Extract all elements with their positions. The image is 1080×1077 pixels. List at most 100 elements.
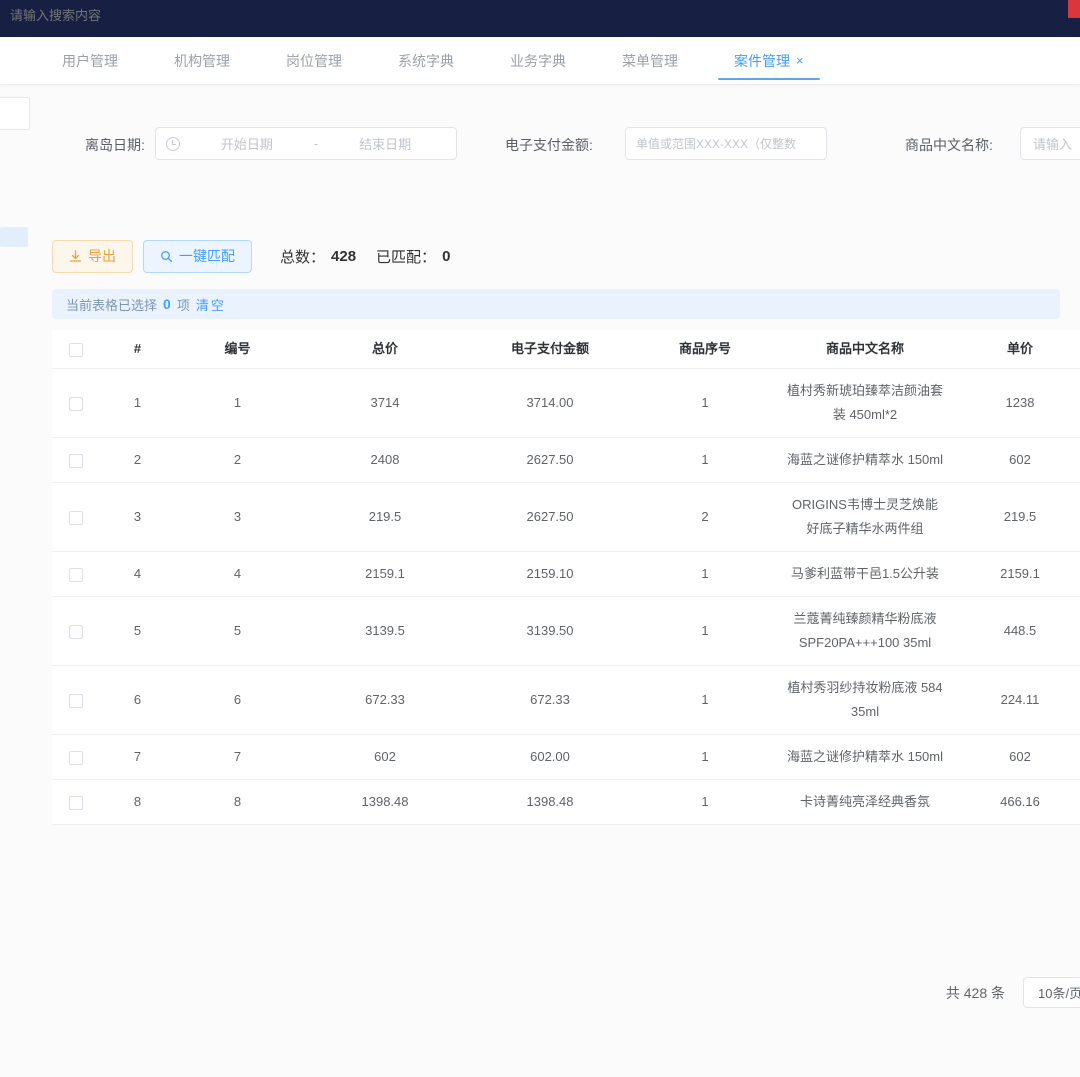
table-row: 6 6 672.33 672.33 1 植村秀羽纱持妆粉底液 584 35ml … [52, 666, 1080, 735]
table-header-row: # 编号 总价 电子支付金额 商品序号 商品中文名称 单价 [52, 330, 1080, 369]
tab-label: 案件管理 [734, 51, 790, 71]
cell-index: 6 [100, 666, 175, 735]
nav-tab[interactable]: 案件管理 × [732, 37, 806, 84]
cell-code: 1 [175, 369, 300, 438]
toolbar: 导出 一键匹配 总数： 428 已匹配： 0 [52, 239, 450, 273]
cell-code: 5 [175, 597, 300, 666]
row-checkbox[interactable] [69, 568, 83, 582]
export-button[interactable]: 导出 [52, 240, 133, 273]
row-checkbox[interactable] [69, 625, 83, 639]
cell-seq: 1 [630, 780, 780, 825]
cell-code: 8 [175, 780, 300, 825]
export-button-label: 导出 [88, 246, 116, 266]
clear-selection-link[interactable]: 清空 [196, 295, 226, 314]
cell-seq: 2 [630, 483, 780, 552]
tab-label: 业务字典 [510, 51, 566, 71]
row-checkbox[interactable] [69, 397, 83, 411]
cell-unit-price: 602 [950, 438, 1080, 483]
cell-code: 4 [175, 552, 300, 597]
cell-epay: 2627.50 [470, 438, 630, 483]
cell-seq: 1 [630, 552, 780, 597]
cell-seq: 1 [630, 666, 780, 735]
row-checkbox[interactable] [69, 694, 83, 708]
tab-label: 系统字典 [398, 51, 454, 71]
cell-product-name: 兰蔻菁纯臻颜精华粉底液SPF20PA+++100 35ml [780, 597, 950, 666]
page-size-select[interactable]: 10条/页 [1023, 977, 1080, 1008]
cell-unit-price: 448.5 [950, 597, 1080, 666]
pagination-bar: 共 428 条 10条/页 [0, 975, 1080, 1011]
cell-total: 3139.5 [300, 597, 470, 666]
col-header-total: 总价 [300, 330, 470, 369]
col-header-index: # [100, 330, 175, 369]
row-checkbox[interactable] [69, 511, 83, 525]
nav-tab[interactable]: 系统字典 [396, 37, 456, 84]
date-range-picker[interactable]: 开始日期 - 结束日期 [155, 127, 457, 160]
row-checkbox[interactable] [69, 796, 83, 810]
selection-info-bar: 当前表格已选择 0 项 清空 [52, 289, 1060, 319]
col-header-seq: 商品序号 [630, 330, 780, 369]
cell-total: 3714 [300, 369, 470, 438]
global-search-input[interactable] [0, 0, 300, 23]
amount-input[interactable]: 单值或范围XXX-XXX（仅整数 [625, 127, 827, 160]
cell-seq: 1 [630, 597, 780, 666]
nav-tab[interactable]: 菜单管理 [620, 37, 680, 84]
cell-epay: 672.33 [470, 666, 630, 735]
matched-label: 已匹配： [376, 246, 436, 267]
tab-label: 菜单管理 [622, 51, 678, 71]
clock-icon [166, 137, 180, 151]
cell-total: 602 [300, 735, 470, 780]
total-value: 428 [331, 248, 356, 265]
col-header-code: 编号 [175, 330, 300, 369]
download-icon [69, 250, 82, 263]
amount-filter-label: 电子支付金额: [505, 135, 593, 155]
product-name-input[interactable]: 请输入 [1020, 127, 1080, 160]
cell-product-name: 植村秀新琥珀臻萃洁颜油套装 450ml*2 [780, 369, 950, 438]
cell-product-name: 海蓝之谜修护精萃水 150ml [780, 438, 950, 483]
total-label: 总数： [280, 246, 325, 267]
nav-tab[interactable]: 业务字典 [508, 37, 568, 84]
date-filter-label: 离岛日期: [85, 135, 145, 155]
cell-epay: 2159.10 [470, 552, 630, 597]
cell-index: 2 [100, 438, 175, 483]
date-end-placeholder[interactable]: 结束日期 [324, 134, 446, 153]
table-row: 2 2 2408 2627.50 1 海蓝之谜修护精萃水 150ml 602 [52, 438, 1080, 483]
match-button-label: 一键匹配 [179, 246, 235, 266]
match-summary: 总数： 428 已匹配： 0 [280, 246, 450, 267]
cell-index: 3 [100, 483, 175, 552]
cell-index: 5 [100, 597, 175, 666]
cell-unit-price: 2159.1 [950, 552, 1080, 597]
product-name-filter-label: 商品中文名称: [905, 135, 993, 155]
cell-total: 2408 [300, 438, 470, 483]
cell-total: 2159.1 [300, 552, 470, 597]
table-row: 1 1 3714 3714.00 1 植村秀新琥珀臻萃洁颜油套装 450ml*2… [52, 369, 1080, 438]
tab-label: 岗位管理 [286, 51, 342, 71]
date-start-placeholder[interactable]: 开始日期 [186, 134, 308, 153]
tab-label: 用户管理 [62, 51, 118, 71]
cell-unit-price: 219.5 [950, 483, 1080, 552]
cell-unit-price: 1238 [950, 369, 1080, 438]
row-checkbox[interactable] [69, 454, 83, 468]
table-row: 8 8 1398.48 1398.48 1 卡诗菁纯亮泽经典香氛 466.16 [52, 780, 1080, 825]
tab-close-icon[interactable]: × [796, 53, 804, 68]
cell-index: 4 [100, 552, 175, 597]
select-all-checkbox[interactable] [69, 343, 83, 357]
clipped-button-fragment [0, 227, 28, 247]
matched-value: 0 [442, 248, 450, 265]
case-table: # 编号 总价 电子支付金额 商品序号 商品中文名称 单价 1 1 3714 3… [52, 330, 1080, 905]
cell-epay: 3714.00 [470, 369, 630, 438]
one-click-match-button[interactable]: 一键匹配 [143, 240, 252, 273]
clipped-panel-fragment [0, 97, 30, 130]
row-checkbox[interactable] [69, 751, 83, 765]
cell-unit-price: 224.11 [950, 666, 1080, 735]
nav-tab[interactable]: 用户管理 [60, 37, 120, 84]
tab-bar: 用户管理 机构管理 岗位管理 系统字典 业务字典 菜单管理 案件管理 × [0, 37, 1080, 85]
cell-epay: 602.00 [470, 735, 630, 780]
nav-tab[interactable]: 岗位管理 [284, 37, 344, 84]
cell-product-name: 马爹利蓝带干邑1.5公升装 [780, 552, 950, 597]
cell-seq: 1 [630, 735, 780, 780]
cell-index: 1 [100, 369, 175, 438]
nav-tab[interactable]: 机构管理 [172, 37, 232, 84]
cell-epay: 3139.50 [470, 597, 630, 666]
cell-unit-price: 466.16 [950, 780, 1080, 825]
cell-product-name: 海蓝之谜修护精萃水 150ml [780, 735, 950, 780]
